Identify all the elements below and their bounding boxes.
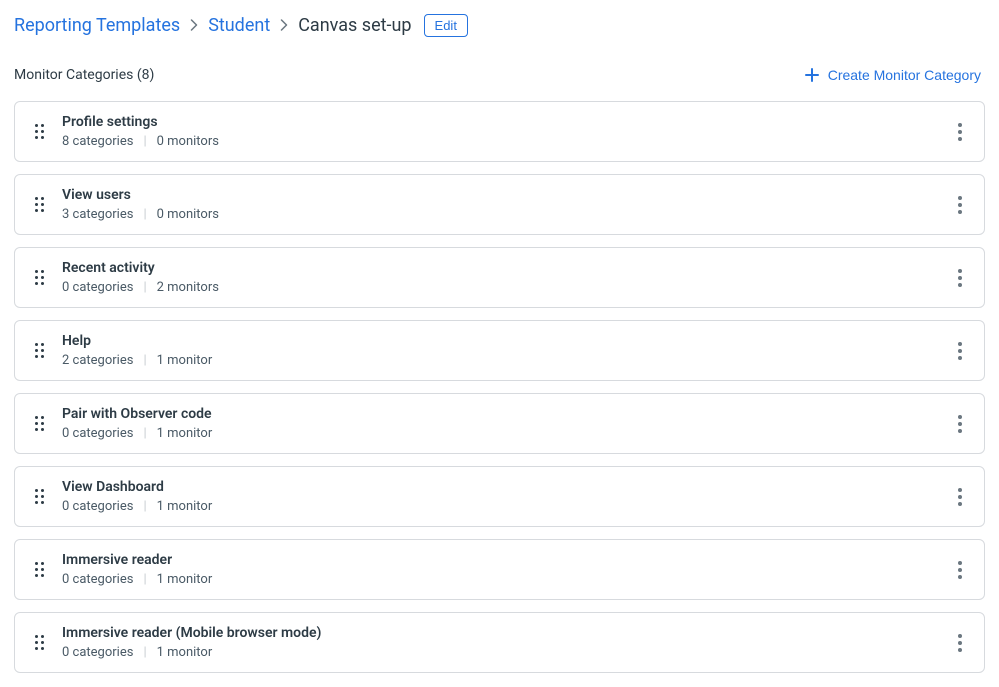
monitors-count: 1 monitor — [157, 499, 213, 514]
drag-handle-icon[interactable] — [29, 483, 50, 510]
card-content: View users 3 categories | 0 monitors — [62, 187, 952, 222]
category-meta: 0 categories | 1 monitor — [62, 426, 952, 441]
category-card[interactable]: Recent activity 0 categories | 2 monitors — [14, 247, 985, 308]
category-title: Immersive reader (Mobile browser mode) — [62, 625, 952, 641]
more-options-button[interactable] — [952, 190, 968, 220]
drag-handle-icon[interactable] — [29, 264, 50, 291]
card-content: Recent activity 0 categories | 2 monitors — [62, 260, 952, 295]
drag-handle-icon[interactable] — [29, 191, 50, 218]
category-title: Pair with Observer code — [62, 406, 952, 422]
section-title: Monitor Categories (8) — [14, 67, 154, 83]
monitors-count: 1 monitor — [157, 426, 213, 441]
monitors-count: 2 monitors — [157, 280, 219, 295]
category-card[interactable]: Help 2 categories | 1 monitor — [14, 320, 985, 381]
drag-handle-icon[interactable] — [29, 118, 50, 145]
monitors-count: 0 monitors — [157, 207, 219, 222]
card-content: Pair with Observer code 0 categories | 1 mo… — [62, 406, 952, 441]
breadcrumb-link-reporting-templates[interactable]: Reporting Templates — [14, 15, 180, 36]
edit-button[interactable]: Edit — [424, 14, 468, 37]
category-meta: 8 categories | 0 monitors — [62, 134, 952, 149]
monitors-count: 1 monitor — [157, 353, 213, 368]
card-content: Immersive reader 0 categories | 1 monitor — [62, 552, 952, 587]
chevron-right-icon — [280, 16, 288, 35]
meta-separator: | — [143, 572, 146, 587]
category-title: View users — [62, 187, 952, 203]
category-meta: 0 categories | 1 monitor — [62, 499, 952, 514]
meta-separator: | — [143, 426, 146, 441]
section-header: Monitor Categories (8) Create Monitor Ca… — [14, 61, 985, 89]
meta-separator: | — [143, 280, 146, 295]
category-card[interactable]: Pair with Observer code 0 categories | 1 mo… — [14, 393, 985, 454]
more-options-button[interactable] — [952, 117, 968, 147]
breadcrumb: Reporting Templates Student Canvas set-u… — [14, 14, 985, 37]
categories-count: 0 categories — [62, 280, 133, 295]
breadcrumb-link-student[interactable]: Student — [208, 15, 270, 36]
categories-count: 0 categories — [62, 645, 133, 660]
categories-count: 8 categories — [62, 134, 133, 149]
more-options-button[interactable] — [952, 628, 968, 658]
categories-count: 0 categories — [62, 426, 133, 441]
category-list: Profile settings8 categories|0 monitorsV… — [14, 101, 985, 673]
meta-separator: | — [143, 499, 146, 514]
category-meta: 2 categories | 1 monitor — [62, 353, 952, 368]
more-options-button[interactable] — [952, 409, 968, 439]
plus-icon — [804, 67, 820, 83]
categories-count: 0 categories — [62, 572, 133, 587]
categories-count: 2 categories — [62, 353, 133, 368]
meta-separator: | — [143, 645, 146, 660]
meta-separator: | — [143, 207, 146, 222]
categories-count: 0 categories — [62, 499, 133, 514]
drag-handle-icon[interactable] — [29, 337, 50, 364]
drag-handle-icon[interactable] — [29, 629, 50, 656]
category-meta: 3 categories | 0 monitors — [62, 207, 952, 222]
more-options-button[interactable] — [952, 336, 968, 366]
category-title: Profile settings — [62, 114, 952, 130]
create-button-label: Create Monitor Category — [828, 67, 981, 83]
meta-separator: | — [143, 353, 146, 368]
monitors-count: 1 monitor — [157, 572, 213, 587]
monitors-count: 1 monitor — [157, 645, 213, 660]
drag-handle-icon[interactable] — [29, 556, 50, 583]
more-options-button[interactable] — [952, 555, 968, 585]
category-meta: 0 categories | 1 monitor — [62, 645, 952, 660]
more-options-button[interactable] — [952, 482, 968, 512]
category-card[interactable]: Immersive reader (Mobile browser mode) 0 … — [14, 612, 985, 673]
card-content: Immersive reader (Mobile browser mode) 0 … — [62, 625, 952, 660]
meta-separator: | — [143, 134, 146, 149]
category-meta: 0 categories | 2 monitors — [62, 280, 952, 295]
card-content: Profile settings 8 categories | 0 monitors — [62, 114, 952, 149]
category-card[interactable]: View Dashboard 0 categories | 1 monitor — [14, 466, 985, 527]
create-monitor-category-button[interactable]: Create Monitor Category — [800, 61, 985, 89]
category-card[interactable]: Immersive reader 0 categories | 1 monitor — [14, 539, 985, 600]
card-content: View Dashboard 0 categories | 1 monitor — [62, 479, 952, 514]
chevron-right-icon — [190, 16, 198, 35]
monitors-count: 0 monitors — [157, 134, 219, 149]
category-title: Help — [62, 333, 952, 349]
category-card[interactable]: Profile settings 8 categories | 0 monitors — [14, 101, 985, 162]
category-title: Immersive reader — [62, 552, 952, 568]
category-meta: 0 categories | 1 monitor — [62, 572, 952, 587]
breadcrumb-current: Canvas set-up — [298, 15, 411, 36]
category-title: Recent activity — [62, 260, 952, 276]
drag-handle-icon[interactable] — [29, 410, 50, 437]
category-card[interactable]: View users 3 categories | 0 monitors — [14, 174, 985, 235]
card-content: Help 2 categories | 1 monitor — [62, 333, 952, 368]
more-options-button[interactable] — [952, 263, 968, 293]
category-title: View Dashboard — [62, 479, 952, 495]
categories-count: 3 categories — [62, 207, 133, 222]
